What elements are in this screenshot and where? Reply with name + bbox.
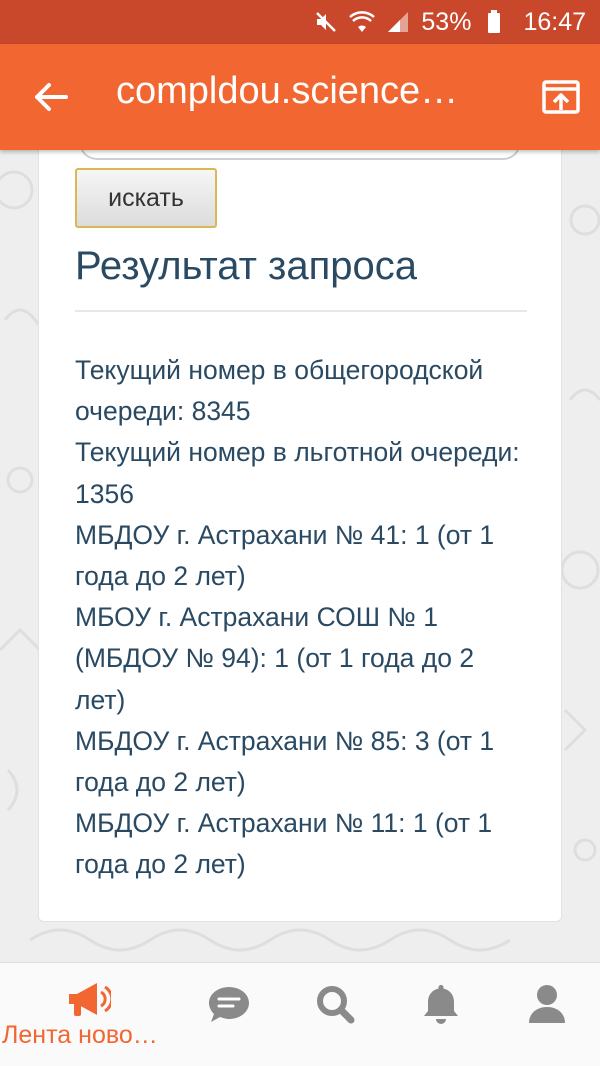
- divider: [75, 310, 527, 312]
- profile-icon: [524, 981, 570, 1027]
- result-line: МБДОУ г. Астрахани № 11: 1 (от 1 года до…: [75, 808, 493, 880]
- result-list: Текущий номер в общегородской очереди: 8…: [75, 350, 527, 886]
- back-arrow-icon[interactable]: [26, 74, 76, 120]
- nav-item-chat[interactable]: [176, 963, 282, 1066]
- bell-icon: [418, 981, 464, 1027]
- result-line: Текущий номер в льготной очереди: 1356: [75, 437, 520, 509]
- search-button[interactable]: искать: [75, 168, 217, 228]
- result-line: МБДОУ г. Астрахани № 85: 3 (от 1 года до…: [75, 725, 495, 798]
- app-bar: compldou.science…: [0, 44, 600, 150]
- battery-icon: [481, 9, 507, 35]
- result-line: Текущий номер в общегородской очереди: 8…: [75, 355, 484, 427]
- page-url: compldou.science…: [116, 70, 459, 112]
- nav-item-notifications[interactable]: [388, 963, 494, 1066]
- result-line: МБОУ г. Астрахани СОШ № 1 (МБДОУ № 94): …: [75, 602, 475, 715]
- nav-item-feed[interactable]: Лента ново…: [0, 963, 176, 1066]
- chat-icon: [206, 981, 252, 1027]
- bottom-navigation: Лента ново…: [0, 962, 600, 1066]
- wifi-icon: [349, 9, 376, 35]
- page-title: Результат запроса: [75, 244, 418, 288]
- search-icon: [312, 981, 358, 1027]
- signal-icon: [385, 9, 411, 35]
- nav-item-search[interactable]: [282, 963, 388, 1066]
- result-line: МБДОУ г. Астрахани № 41: 1 (от 1 года до…: [75, 519, 495, 592]
- nav-label-feed: Лента ново…: [2, 1021, 158, 1049]
- battery-percent: 53%: [421, 7, 472, 36]
- megaphone-icon: [65, 977, 111, 1023]
- content-card: искать Результат запроса Текущий номер в…: [38, 126, 562, 922]
- clock: 16:47: [523, 7, 586, 36]
- open-in-browser-icon[interactable]: [536, 72, 586, 122]
- nav-item-profile[interactable]: [494, 963, 600, 1066]
- status-bar: 53% 16:47: [0, 0, 600, 44]
- mute-icon: [313, 9, 339, 35]
